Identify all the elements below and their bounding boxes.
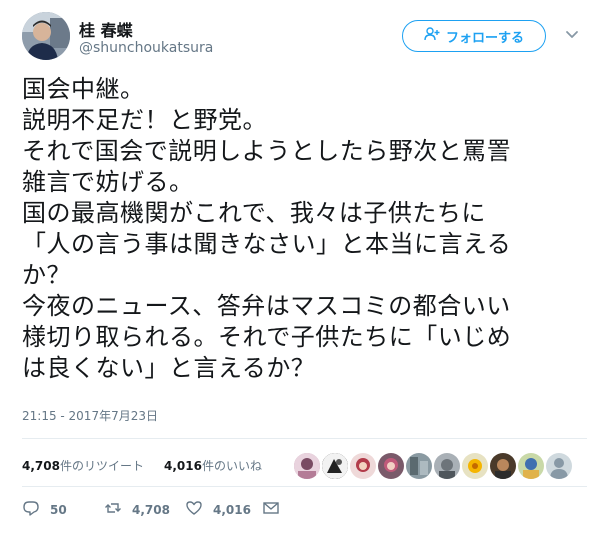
tweet-line: か？ — [22, 261, 71, 289]
retweet-stat-count: 4,708 — [22, 459, 60, 473]
tweet-actions: 50 4,708 4,016 — [22, 495, 587, 523]
tweet-timestamp[interactable]: 21:15 - 2017年7月23日 — [22, 407, 158, 424]
retweet-count: 4,708 — [132, 503, 170, 517]
like-button[interactable]: 4,016 — [185, 499, 251, 521]
tweet-line: 「人の言う事は聞きなさい」と本当に言える — [22, 230, 512, 258]
divider — [22, 486, 587, 487]
tweet-line: は良くない」と言えるか？ — [22, 354, 316, 382]
liker-avatar[interactable] — [404, 451, 434, 481]
tweet-stats: 4,708件のリツイート 4,016件のいいね — [22, 447, 587, 485]
liker-avatar[interactable] — [432, 451, 462, 481]
retweet-button[interactable]: 4,708 — [104, 499, 170, 521]
reply-button[interactable]: 50 — [22, 499, 67, 521]
liker-avatar[interactable] — [544, 451, 574, 481]
mail-icon — [262, 499, 280, 521]
divider — [22, 438, 587, 439]
direct-message-button[interactable] — [262, 499, 280, 521]
like-stat[interactable]: 4,016件のいいね — [164, 457, 262, 474]
liker-avatar[interactable] — [320, 451, 350, 481]
display-name[interactable]: 桂 春蝶 — [79, 17, 133, 41]
reply-count: 50 — [50, 503, 67, 517]
follow-button[interactable]: フォローする — [402, 20, 546, 52]
liker-avatar[interactable] — [488, 451, 518, 481]
heart-icon — [185, 499, 203, 521]
retweet-stat-label: 件のリツイート — [59, 459, 144, 473]
retweet-stat[interactable]: 4,708件のリツイート — [22, 457, 144, 474]
tweet-line: 国会中継。 — [22, 75, 145, 103]
follow-button-label: フォローする — [445, 30, 524, 46]
liker-avatar[interactable] — [460, 451, 490, 481]
user-avatar[interactable] — [22, 12, 70, 60]
liker-avatar[interactable] — [292, 451, 322, 481]
tweet-header: 桂 春蝶 @shunchoukatsura フォローする — [22, 12, 587, 62]
like-stat-label: 件のいいね — [201, 459, 262, 473]
person-add-icon — [424, 26, 440, 46]
chevron-down-icon[interactable] — [564, 26, 580, 42]
tweet-line: 説明不足だ！と野党。 — [22, 106, 267, 134]
retweet-icon — [104, 499, 122, 521]
tweet-line: それで国会で説明しようとしたら野次と罵詈 — [22, 137, 512, 165]
tweet-line: 雑言で妨げる。 — [22, 168, 194, 196]
liker-avatar[interactable] — [516, 451, 546, 481]
user-handle[interactable]: @shunchoukatsura — [79, 40, 213, 56]
liker-avatar[interactable] — [376, 451, 406, 481]
like-count: 4,016 — [213, 503, 251, 517]
tweet-line: 国の最高機関がこれで、我々は子供たちに — [22, 199, 486, 227]
tweet-line: 今夜のニュース、答弁はマスコミの都合いい — [22, 292, 511, 320]
liker-avatar[interactable] — [348, 451, 378, 481]
reply-icon — [22, 499, 40, 521]
tweet-text: 国会中継。 説明不足だ！と野党。 それで国会で説明しようとしたら野次と罵詈 雑言… — [22, 74, 587, 384]
tweet-line: 様切り取られる。それで子供たちに「いじめ — [22, 323, 512, 351]
like-stat-count: 4,016 — [164, 459, 202, 473]
